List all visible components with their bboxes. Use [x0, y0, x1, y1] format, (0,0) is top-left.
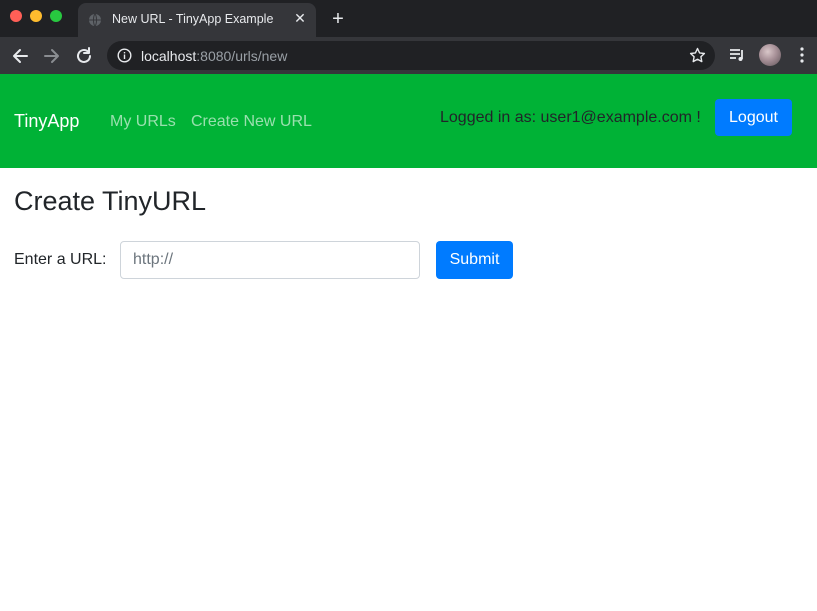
url-input[interactable]	[120, 241, 420, 279]
browser-tab-bar: New URL - TinyApp Example ✕ +	[0, 0, 817, 37]
submit-button[interactable]: Submit	[436, 241, 513, 279]
window-close-button[interactable]	[10, 10, 22, 22]
url-host: localhost	[141, 48, 197, 64]
reload-icon[interactable]	[73, 45, 95, 67]
window-minimize-button[interactable]	[30, 10, 42, 22]
url-text: localhost:8080/urls/new	[141, 48, 287, 64]
tab-title: New URL - TinyApp Example	[112, 12, 274, 26]
nav-link-create-new-url[interactable]: Create New URL	[191, 113, 312, 131]
logged-in-text: Logged in as: user1@example.com !	[440, 109, 701, 126]
browser-tab[interactable]: New URL - TinyApp Example ✕	[78, 3, 316, 37]
close-tab-icon[interactable]: ✕	[292, 10, 308, 26]
brand-link[interactable]: TinyApp	[14, 111, 79, 132]
back-arrow-icon[interactable]	[9, 45, 31, 67]
menu-icon[interactable]	[797, 45, 807, 65]
url-path: :8080/urls/new	[196, 48, 288, 64]
logout-button[interactable]: Logout	[715, 99, 792, 136]
star-icon[interactable]	[689, 47, 706, 64]
media-controls-icon[interactable]	[728, 46, 746, 64]
browser-toolbar: localhost:8080/urls/new	[0, 37, 817, 74]
globe-icon	[89, 13, 101, 27]
info-icon[interactable]	[117, 48, 132, 63]
forward-arrow-icon[interactable]	[41, 45, 63, 67]
page-title: Create TinyURL	[14, 186, 207, 216]
new-tab-button[interactable]: +	[328, 9, 348, 29]
window-zoom-button[interactable]	[50, 10, 62, 22]
navbar: TinyApp My URLs Create New URL Logged in…	[0, 74, 817, 168]
avatar[interactable]	[759, 44, 781, 66]
nav-link-my-urls[interactable]: My URLs	[110, 113, 176, 131]
url-field-label: Enter a URL:	[14, 251, 107, 268]
address-bar[interactable]: localhost:8080/urls/new	[107, 41, 715, 70]
